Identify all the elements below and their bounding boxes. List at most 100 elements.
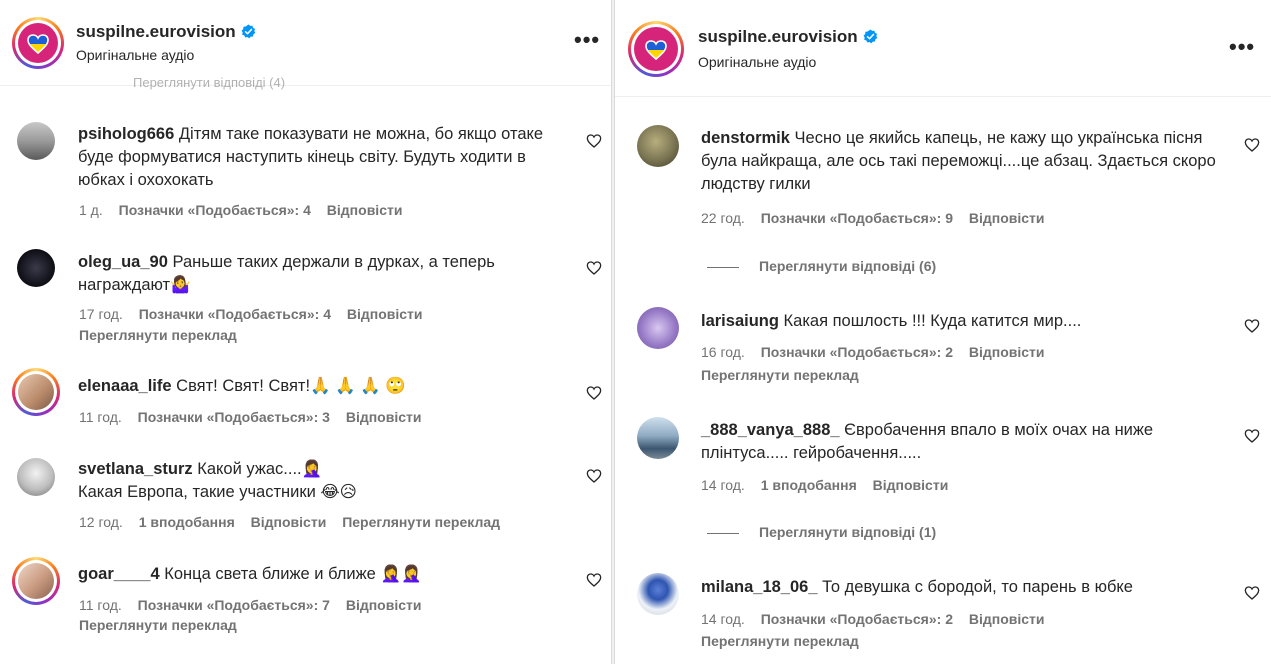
view-replies-text[interactable]: Переглянути відповіді (6) xyxy=(759,258,936,274)
comment-username[interactable]: larisaiung xyxy=(701,312,779,330)
comment-body: Какой ужас....🤦‍♀️ xyxy=(197,460,323,478)
heart-outline-icon[interactable] xyxy=(1244,137,1260,153)
heart-outline-icon[interactable] xyxy=(1244,428,1260,444)
replies-divider-line xyxy=(707,532,739,534)
comment-likes[interactable]: 1 вподобання xyxy=(761,477,857,493)
account-name[interactable]: suspilne.eurovision xyxy=(76,22,256,42)
translate-link[interactable]: Переглянути переклад xyxy=(701,633,859,649)
ukraine-heart-icon xyxy=(27,34,49,54)
view-replies-cutoff[interactable]: Переглянути відповіді (4) xyxy=(133,75,285,90)
replies-divider-line xyxy=(707,266,739,268)
commenter-avatar[interactable] xyxy=(637,417,679,459)
comment-body: Свят! Свят! Свят!🙏 🙏 🙏 🙄 xyxy=(176,377,406,395)
comment-time[interactable]: 12 год. xyxy=(79,514,123,530)
ukraine-heart-icon xyxy=(645,40,667,60)
verified-badge-icon xyxy=(863,29,877,44)
heart-outline-icon[interactable] xyxy=(586,133,602,149)
comment-username[interactable]: _888_vanya_888_ xyxy=(701,421,840,439)
comment-likes[interactable]: Позначки «Подобається»: 4 xyxy=(119,202,311,218)
comment-text: elenaaa_life Свят! Свят! Свят!🙏 🙏 🙏 🙄 xyxy=(78,375,548,398)
heart-outline-icon[interactable] xyxy=(586,260,602,276)
comment-likes[interactable]: Позначки «Подобається»: 9 xyxy=(761,210,953,226)
audio-subtitle[interactable]: Оригінальне аудіо xyxy=(76,47,194,63)
comment-body-line2: Какая Европа, такие участники 😂😥 xyxy=(78,483,357,501)
reply-button[interactable]: Відповісти xyxy=(873,477,949,493)
comment-username[interactable]: elenaaa_life xyxy=(78,377,172,395)
comment-username[interactable]: milana_18_06_ xyxy=(701,578,818,596)
reply-button[interactable]: Відповісти xyxy=(969,210,1045,226)
right-comments-panel: suspilne.eurovision Оригінальне аудіо ••… xyxy=(614,0,1271,664)
commenter-avatar[interactable] xyxy=(12,368,60,416)
comment-body: То девушка с бородой, то парень в юбке xyxy=(822,578,1133,596)
comment-likes[interactable]: Позначки «Подобається»: 4 xyxy=(139,306,331,322)
comment-time[interactable]: 22 год. xyxy=(701,210,745,226)
comment-body: Конца света ближе и ближе 🤦‍♀️🤦‍♀️ xyxy=(164,565,422,583)
translate-link[interactable]: Переглянути переклад xyxy=(701,367,859,383)
audio-subtitle[interactable]: Оригінальне аудіо xyxy=(698,54,816,70)
comment-likes[interactable]: Позначки «Подобається»: 7 xyxy=(138,597,330,613)
view-replies-text[interactable]: Переглянути відповіді (1) xyxy=(759,524,936,540)
translate-link[interactable]: Переглянути переклад xyxy=(342,514,500,530)
comment-text: milana_18_06_ То девушка с бородой, то п… xyxy=(701,576,1221,599)
comment-likes[interactable]: Позначки «Подобається»: 2 xyxy=(761,344,953,360)
reply-button[interactable]: Відповісти xyxy=(969,611,1045,627)
comment-meta: 12 год. 1 вподобання Відповісти Переглян… xyxy=(79,514,512,530)
reply-button[interactable]: Відповісти xyxy=(251,514,327,530)
view-replies-button[interactable]: Переглянути відповіді (1) xyxy=(707,524,936,540)
heart-outline-icon[interactable] xyxy=(1244,318,1260,334)
post-header: suspilne.eurovision Оригінальне аудіо ••… xyxy=(615,0,1271,97)
heart-outline-icon[interactable] xyxy=(586,385,602,401)
commenter-avatar[interactable] xyxy=(637,125,679,167)
comment-likes[interactable]: 1 вподобання xyxy=(139,514,235,530)
comment-meta: 14 год. Позначки «Подобається»: 2 Відпов… xyxy=(701,611,1057,627)
comment-time[interactable]: 11 год. xyxy=(79,409,122,425)
commenter-avatar[interactable] xyxy=(637,307,679,349)
comment-username[interactable]: goar____4 xyxy=(78,565,160,583)
comment-text: oleg_ua_90 Раньше таких держали в дурках… xyxy=(78,251,548,297)
translate-link[interactable]: Переглянути переклад xyxy=(79,617,237,633)
heart-outline-icon[interactable] xyxy=(1244,585,1260,601)
reply-button[interactable]: Відповісти xyxy=(346,409,422,425)
comment-username[interactable]: psiholog666 xyxy=(78,125,174,143)
commenter-avatar[interactable] xyxy=(17,122,55,160)
reply-button[interactable]: Відповісти xyxy=(969,344,1045,360)
comment-time[interactable]: 1 д. xyxy=(79,202,103,218)
reply-button[interactable]: Відповісти xyxy=(327,202,403,218)
commenter-avatar[interactable] xyxy=(637,573,679,615)
more-options-icon[interactable]: ••• xyxy=(574,27,600,53)
verified-badge-icon xyxy=(241,24,255,39)
comment-username[interactable]: oleg_ua_90 xyxy=(78,253,168,271)
translate-link[interactable]: Переглянути переклад xyxy=(79,327,237,343)
left-comments-panel: suspilne.eurovision Оригінальне аудіо ••… xyxy=(0,0,612,664)
comment-meta: 22 год. Позначки «Подобається»: 9 Відпов… xyxy=(701,210,1057,226)
account-avatar[interactable] xyxy=(628,21,684,77)
comment-username[interactable]: denstormik xyxy=(701,129,790,147)
account-name[interactable]: suspilne.eurovision xyxy=(698,27,878,47)
comment-likes[interactable]: Позначки «Подобається»: 2 xyxy=(761,611,953,627)
comment-likes[interactable]: Позначки «Подобається»: 3 xyxy=(138,409,330,425)
commenter-avatar[interactable] xyxy=(12,557,60,605)
post-header: suspilne.eurovision Оригінальне аудіо ••… xyxy=(0,0,611,86)
reply-button[interactable]: Відповісти xyxy=(347,306,423,322)
more-options-icon[interactable]: ••• xyxy=(1229,34,1255,60)
comment-time[interactable]: 11 год. xyxy=(79,597,122,613)
heart-outline-icon[interactable] xyxy=(586,468,602,484)
reply-button[interactable]: Відповісти xyxy=(346,597,422,613)
comment-time[interactable]: 17 год. xyxy=(79,306,123,322)
comment-time[interactable]: 16 год. xyxy=(701,344,745,360)
commenter-avatar[interactable] xyxy=(17,249,55,287)
comment-body: Какая пошлость !!! Куда катится мир.... xyxy=(783,312,1082,330)
comment-text: larisaiung Какая пошлость !!! Куда катит… xyxy=(701,310,1221,333)
account-name-text[interactable]: suspilne.eurovision xyxy=(698,27,858,46)
account-avatar[interactable] xyxy=(12,17,64,69)
comment-meta: 16 год. Позначки «Подобається»: 2 Відпов… xyxy=(701,344,1057,360)
comment-meta: 11 год. Позначки «Подобається»: 7 Відпов… xyxy=(79,597,433,613)
commenter-avatar[interactable] xyxy=(17,458,55,496)
heart-outline-icon[interactable] xyxy=(586,572,602,588)
comment-text: psiholog666 Дітям таке показувати не мож… xyxy=(78,123,548,192)
view-replies-button[interactable]: Переглянути відповіді (6) xyxy=(707,258,936,274)
comment-time[interactable]: 14 год. xyxy=(701,477,745,493)
comment-time[interactable]: 14 год. xyxy=(701,611,745,627)
account-name-text[interactable]: suspilne.eurovision xyxy=(76,22,236,41)
comment-username[interactable]: svetlana_sturz xyxy=(78,460,193,478)
